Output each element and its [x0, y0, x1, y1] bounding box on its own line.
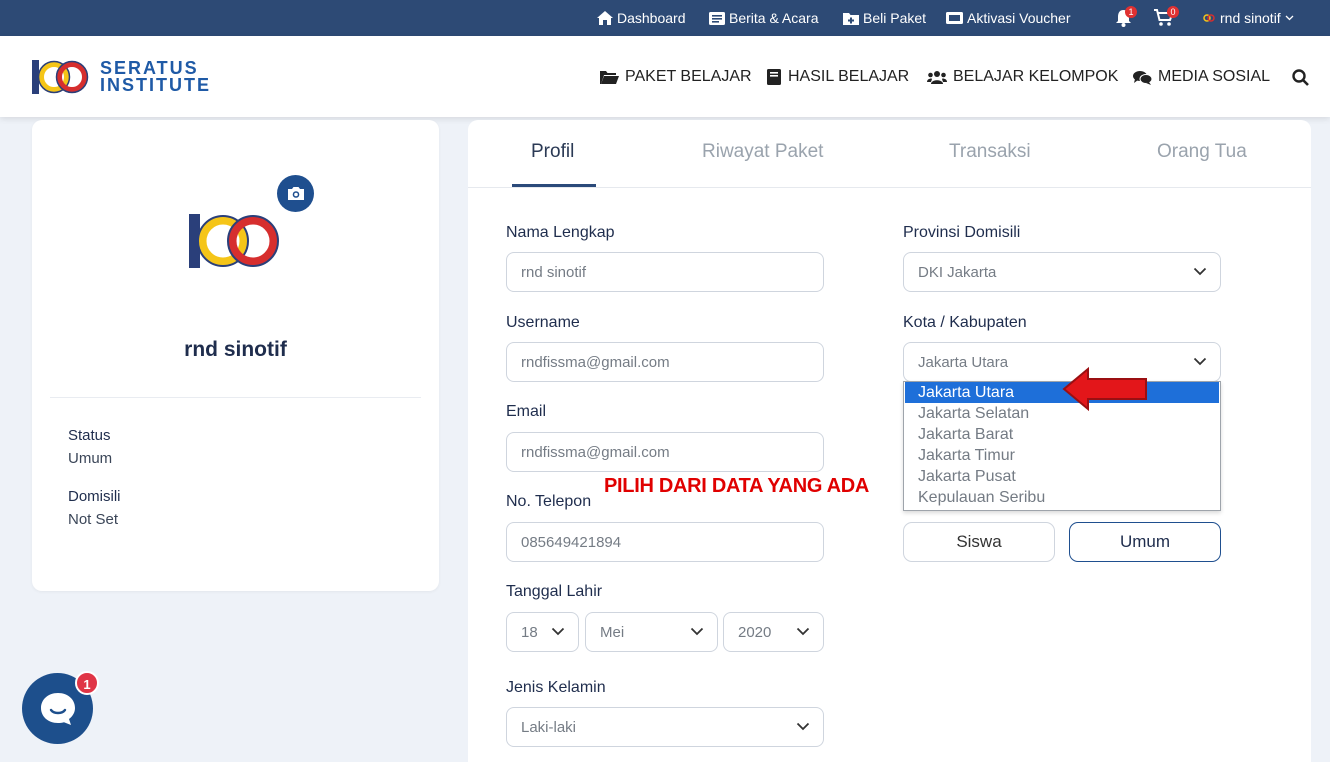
telepon-input[interactable]: 085649421894 — [506, 522, 824, 562]
book-icon — [767, 69, 781, 85]
comments-icon — [1133, 70, 1152, 85]
jenis-kelamin-value: Laki-laki — [521, 718, 577, 736]
dashboard-label: Dashboard — [617, 10, 686, 26]
tanggal-month-select[interactable]: Mei — [585, 612, 718, 652]
kota-option[interactable]: Kepulauan Seribu — [905, 487, 1219, 508]
status-label: Status — [68, 427, 111, 444]
chevron-down-icon — [796, 627, 810, 636]
brand-logo-icon — [32, 60, 89, 94]
siswa-button[interactable]: Siswa — [903, 522, 1055, 562]
brand-name: SERATUS INSTITUTE — [100, 59, 211, 95]
domisili-label: Domisili — [68, 488, 121, 505]
tab-transaksi[interactable]: Transaksi — [949, 141, 1031, 163]
search-button[interactable] — [1292, 69, 1309, 86]
chevron-down-icon — [690, 627, 704, 636]
nav-belajar-kelompok[interactable]: BELAJAR KELOMPOK — [927, 68, 1118, 86]
aktivasi-voucher-link[interactable]: Aktivasi Voucher — [946, 10, 1071, 26]
folder-plus-icon — [843, 12, 859, 25]
newspaper-icon — [709, 11, 725, 25]
beli-paket-label: Beli Paket — [863, 10, 927, 26]
notification-badge: 1 — [1125, 6, 1137, 18]
berita-label: Berita & Acara — [729, 10, 819, 26]
provinsi-value: DKI Jakarta — [918, 263, 997, 281]
user-name-label: rnd sinotif — [1220, 10, 1281, 26]
chevron-down-icon — [551, 627, 565, 636]
brand-line2: INSTITUTE — [100, 75, 211, 95]
username-value: rndfissma@gmail.com — [521, 353, 670, 371]
avatar-logo-icon — [189, 214, 279, 268]
nav-hasil-belajar[interactable]: HASIL BELAJAR — [767, 68, 909, 86]
change-photo-button[interactable] — [277, 175, 314, 212]
users-icon — [927, 71, 947, 84]
tab-riwayat-paket[interactable]: Riwayat Paket — [702, 141, 823, 163]
nav-media-sosial[interactable]: MEDIA SOSIAL — [1133, 68, 1270, 86]
kota-label: Kota / Kabupaten — [903, 314, 1027, 331]
nav-paket-label: PAKET BELAJAR — [625, 68, 752, 85]
camera-icon — [287, 187, 304, 200]
seratus-logo[interactable]: SERATUS INSTITUTE — [32, 58, 211, 96]
nama-lengkap-value: rnd sinotif — [521, 263, 587, 281]
jenis-kelamin-label: Jenis Kelamin — [506, 679, 606, 696]
tanggal-day-select[interactable]: 18 — [506, 612, 579, 652]
beli-paket-link[interactable]: Beli Paket — [843, 10, 926, 26]
tab-orang-tua[interactable]: Orang Tua — [1157, 141, 1247, 163]
profile-card: rnd sinotif Status Umum Domisili Not Set — [32, 120, 439, 591]
profile-avatar — [189, 212, 284, 275]
ticket-icon — [946, 12, 963, 24]
cart-badge: 0 — [1167, 6, 1179, 18]
tanggal-day-value: 18 — [521, 623, 538, 641]
main-navbar: SERATUS INSTITUTE PAKET BELAJAR HASIL BE… — [0, 36, 1330, 117]
tanggal-month-value: Mei — [600, 623, 625, 641]
email-label: Email — [506, 403, 547, 420]
tabs-divider — [468, 187, 1311, 188]
chat-icon — [40, 692, 75, 725]
telepon-label: No. Telepon — [506, 493, 592, 510]
annotation-arrow-icon — [1062, 366, 1147, 412]
annotation-text: PILIH DARI DATA YANG ADA — [604, 475, 870, 497]
username-label: Username — [506, 314, 580, 331]
dashboard-link[interactable]: Dashboard — [597, 10, 686, 26]
username-input[interactable]: rndfissma@gmail.com — [506, 342, 824, 382]
chevron-down-icon — [1285, 15, 1294, 21]
kota-value: Jakarta Utara — [918, 353, 1009, 371]
chevron-down-icon — [796, 722, 810, 731]
tanggal-year-select[interactable]: 2020 — [723, 612, 824, 652]
folder-open-icon — [600, 71, 619, 84]
search-icon — [1292, 69, 1309, 86]
chevron-down-icon — [1193, 357, 1207, 366]
email-input[interactable]: rndfissma@gmail.com — [506, 432, 824, 472]
jenis-kelamin-select[interactable]: Laki-laki — [506, 707, 824, 747]
chat-badge: 1 — [75, 671, 99, 695]
tanggal-lahir-label: Tanggal Lahir — [506, 583, 603, 600]
chevron-down-icon — [1193, 267, 1207, 276]
kota-option[interactable]: Jakarta Barat — [905, 424, 1219, 445]
user-logo-icon — [1203, 14, 1215, 22]
domisili-value: Not Set — [68, 511, 119, 528]
nav-hasil-label: HASIL BELAJAR — [788, 68, 910, 85]
kota-option[interactable]: Jakarta Timur — [905, 445, 1219, 466]
nav-paket-belajar[interactable]: PAKET BELAJAR — [600, 68, 752, 86]
provinsi-select[interactable]: DKI Jakarta — [903, 252, 1221, 292]
kota-option[interactable]: Jakarta Pusat — [905, 466, 1219, 487]
berita-link[interactable]: Berita & Acara — [709, 10, 819, 26]
user-menu[interactable]: rnd sinotif — [1202, 10, 1294, 26]
tanggal-year-value: 2020 — [738, 623, 772, 641]
tab-profil[interactable]: Profil — [531, 141, 574, 163]
email-value: rndfissma@gmail.com — [521, 443, 670, 461]
telepon-value: 085649421894 — [521, 533, 622, 551]
nama-lengkap-input[interactable]: rnd sinotif — [506, 252, 824, 292]
umum-button[interactable]: Umum — [1069, 522, 1221, 562]
provinsi-label: Provinsi Domisili — [903, 224, 1021, 241]
top-bar: Dashboard Berita & Acara Beli Paket Akti… — [0, 0, 1330, 36]
status-value: Umum — [68, 450, 113, 467]
home-icon — [597, 11, 613, 25]
profile-divider — [50, 397, 421, 398]
nav-media-label: MEDIA SOSIAL — [1158, 68, 1271, 85]
nav-kelompok-label: BELAJAR KELOMPOK — [953, 68, 1119, 85]
profile-name: rnd sinotif — [184, 338, 287, 361]
nama-lengkap-label: Nama Lengkap — [506, 224, 615, 241]
aktivasi-voucher-label: Aktivasi Voucher — [967, 10, 1071, 26]
